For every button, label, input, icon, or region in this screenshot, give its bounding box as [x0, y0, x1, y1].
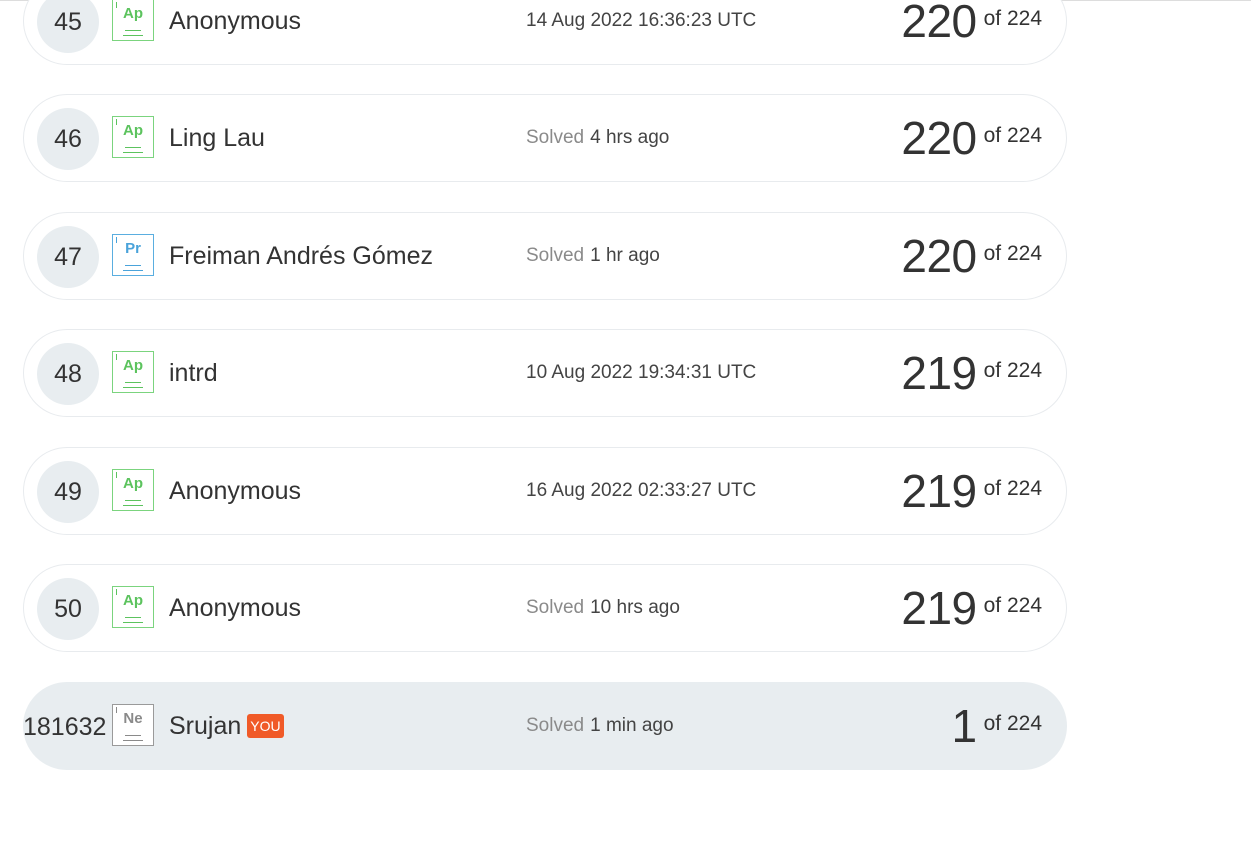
ap-level-badge-icon: Ap: [112, 116, 154, 158]
username[interactable]: Anonymous: [169, 0, 301, 64]
rank-circle: 50: [37, 578, 99, 640]
score: 219 of 224: [901, 582, 1042, 634]
solve-time: Solved 4 hrs ago: [526, 127, 670, 148]
username[interactable]: Anonymous: [169, 565, 301, 651]
rank-circle: 45: [37, 0, 99, 53]
rank-circle: 47: [37, 226, 99, 288]
username[interactable]: Freiman Andrés Gómez: [169, 213, 433, 299]
username[interactable]: intrd: [169, 330, 218, 416]
username[interactable]: Ling Lau: [169, 95, 265, 181]
ap-level-badge-icon: Ap: [112, 351, 154, 393]
leaderboard-row[interactable]: 45 Ap Anonymous 14 Aug 2022 16:36:23 UTC…: [23, 0, 1067, 65]
ne-level-badge-icon: Ne: [112, 704, 154, 746]
score: 220 of 224: [901, 0, 1042, 47]
solve-time: Solved 1 min ago: [526, 715, 674, 736]
ap-level-badge-icon: Ap: [112, 586, 154, 628]
solve-time: 10 Aug 2022 19:34:31 UTC: [526, 362, 757, 383]
username[interactable]: Anonymous: [169, 448, 301, 534]
score: 219 of 224: [901, 347, 1042, 399]
ap-level-badge-icon: Ap: [112, 0, 154, 41]
solve-time: 16 Aug 2022 02:33:27 UTC: [526, 480, 757, 501]
leaderboard-row[interactable]: 50 Ap Anonymous Solved 10 hrs ago 219 of 2…: [23, 564, 1067, 652]
rank-circle: 48: [37, 343, 99, 405]
score: 220 of 224: [901, 230, 1042, 282]
solve-time: Solved 10 hrs ago: [526, 597, 680, 618]
leaderboard-row[interactable]: 46 Ap Ling Lau Solved 4 hrs ago 220 of 224: [23, 94, 1067, 182]
leaderboard-row[interactable]: 47 Pr Freiman Andrés Gómez Solved 1 hr ag…: [23, 212, 1067, 300]
ap-level-badge-icon: Ap: [112, 469, 154, 511]
leaderboard-row[interactable]: 49 Ap Anonymous 16 Aug 2022 02:33:27 UTC…: [23, 447, 1067, 535]
leaderboard-row[interactable]: 48 Ap intrd 10 Aug 2022 19:34:31 UTC 219…: [23, 329, 1067, 417]
rank-circle: 49: [37, 461, 99, 523]
you-badge: YOU: [247, 714, 284, 738]
rank-circle: 46: [37, 108, 99, 170]
pr-level-badge-icon: Pr: [112, 234, 154, 276]
current-user-row[interactable]: 181632 Ne Srujan YOU Solved 1 min ago 1 of …: [23, 682, 1067, 770]
score: 1 of 224: [951, 700, 1042, 752]
current-username[interactable]: Srujan YOU: [169, 683, 284, 769]
score: 219 of 224: [901, 465, 1042, 517]
solve-time: Solved 1 hr ago: [526, 245, 660, 266]
current-user-rank: 181632: [23, 712, 107, 741]
score: 220 of 224: [901, 112, 1042, 164]
solve-time: 14 Aug 2022 16:36:23 UTC: [526, 10, 757, 31]
